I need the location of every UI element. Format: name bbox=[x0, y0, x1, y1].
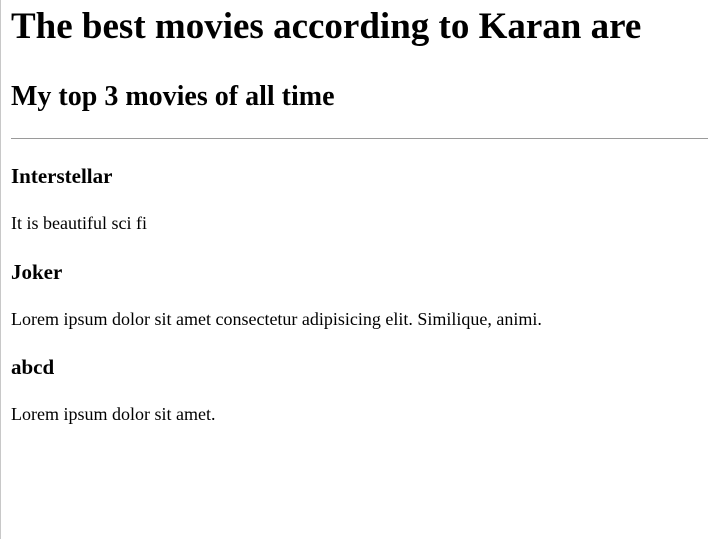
page: The best movies according to Karan are M… bbox=[0, 0, 708, 539]
movie-description-interstellar: It is beautiful sci fi bbox=[11, 213, 147, 233]
page-title: The best movies according to Karan are bbox=[11, 6, 642, 47]
movie-description-abcd: Lorem ipsum dolor sit amet. bbox=[11, 404, 216, 424]
divider bbox=[11, 138, 708, 139]
page-subtitle: My top 3 movies of all time bbox=[11, 81, 335, 112]
movie-title-joker: Joker bbox=[11, 260, 63, 284]
movie-title-abcd: abcd bbox=[11, 355, 55, 379]
movie-title-interstellar: Interstellar bbox=[11, 164, 113, 188]
movie-description-joker: Lorem ipsum dolor sit amet consectetur a… bbox=[11, 309, 542, 329]
page-content: The best movies according to Karan are M… bbox=[1, 0, 708, 425]
